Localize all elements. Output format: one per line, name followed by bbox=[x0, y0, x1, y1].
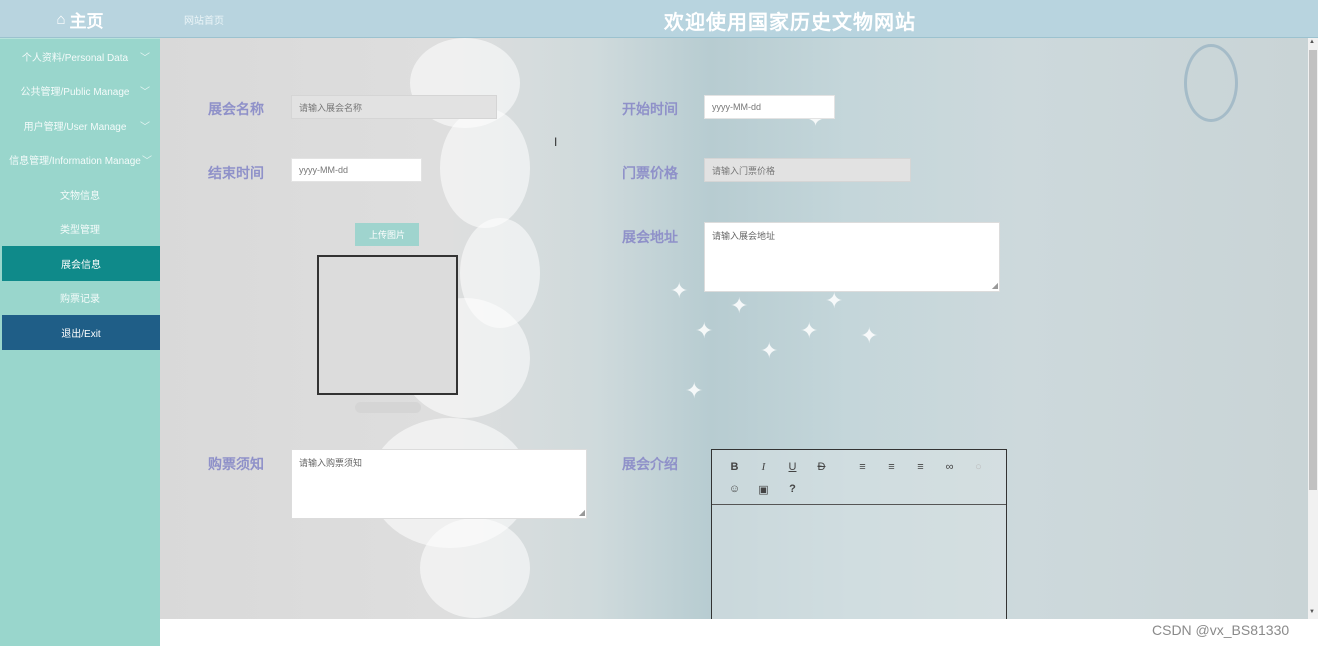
ticket-notice-label: 购票须知 bbox=[208, 456, 264, 472]
ticket-price-label: 门票价格 bbox=[622, 165, 678, 181]
sidebar-item-label: 用户管理/User Manage bbox=[23, 121, 127, 133]
bold-icon[interactable]: B bbox=[720, 461, 749, 473]
sidebar-item-ticket-records[interactable]: 购票记录 bbox=[0, 281, 160, 316]
exhibition-name-input[interactable]: 请输入展会名称 bbox=[291, 95, 497, 119]
upload-image-button[interactable]: 上传图片 bbox=[355, 223, 419, 246]
help-icon[interactable]: ? bbox=[778, 483, 807, 495]
sidebar-item-type-manage[interactable]: 类型管理 bbox=[0, 212, 160, 247]
main-content: ✦ ✦ ✦ ✦ ✦ ✦ ✦ ✦ ✦ 展会名称 请输入展会名称 I 开始时间 yy… bbox=[160, 38, 1308, 619]
italic-icon[interactable]: I bbox=[749, 461, 778, 473]
home-label: 主页 bbox=[69, 11, 104, 31]
exhibition-intro-label: 展会介绍 bbox=[622, 456, 678, 472]
chevron-down-icon: ﹀ bbox=[140, 121, 150, 133]
sidebar-item-label: 公共管理/Public Manage bbox=[20, 87, 130, 99]
strikethrough-icon[interactable]: Đ bbox=[807, 461, 836, 473]
exhibition-address-label: 展会地址 bbox=[622, 229, 678, 245]
unlink-icon[interactable]: ○ bbox=[964, 461, 993, 473]
ticket-notice-textarea[interactable]: 请输入购票须知 ◢ bbox=[291, 449, 587, 519]
image-icon[interactable]: ▣ bbox=[749, 483, 778, 496]
sparkle-decoration: ✦ bbox=[860, 323, 879, 348]
chevron-down-icon: ﹀ bbox=[142, 156, 152, 168]
sidebar-item-label: 文物信息 bbox=[60, 190, 100, 202]
resize-grip-icon[interactable]: ◢ bbox=[579, 508, 585, 517]
scroll-down-arrow-icon[interactable]: ▼ bbox=[1309, 609, 1315, 615]
background-paint bbox=[420, 518, 530, 618]
chevron-down-icon: ﹀ bbox=[140, 87, 150, 99]
sidebar-item-label: 展会信息 bbox=[61, 259, 101, 271]
text-cursor-icon: I bbox=[554, 135, 558, 149]
rich-text-editor[interactable]: B I U Đ ≡ ≡ ≡ ∞ ○ ☺ ▣ ? bbox=[711, 449, 1007, 619]
sidebar-item-label: 类型管理 bbox=[60, 225, 100, 237]
start-time-input[interactable]: yyyy-MM-dd bbox=[704, 95, 835, 119]
background-paint bbox=[440, 108, 530, 228]
address-placeholder: 请输入展会地址 bbox=[712, 231, 776, 241]
exhibition-address-textarea[interactable]: 请输入展会地址 ◢ bbox=[704, 222, 1000, 292]
ticket-price-input[interactable]: 请输入门票价格 bbox=[704, 158, 911, 182]
sidebar-item-public-manage[interactable]: 公共管理/Public Manage ﹀ bbox=[0, 74, 160, 109]
exhibition-name-label: 展会名称 bbox=[208, 101, 264, 117]
chevron-down-icon: ﹀ bbox=[140, 52, 150, 64]
sidebar-item-relic-info[interactable]: 文物信息 bbox=[0, 177, 160, 212]
breadcrumb[interactable]: 网站首页 bbox=[184, 12, 224, 27]
sparkle-decoration: ✦ bbox=[730, 293, 749, 318]
editor-toolbar: B I U Đ ≡ ≡ ≡ ∞ ○ ☺ ▣ ? bbox=[712, 450, 1006, 505]
bottom-strip bbox=[160, 619, 1318, 646]
sidebar-item-exhibition-info[interactable]: 展会信息 bbox=[2, 246, 160, 281]
scroll-up-arrow-icon[interactable]: ▲ bbox=[1309, 39, 1315, 45]
sparkle-decoration: ✦ bbox=[685, 378, 704, 403]
sidebar-item-label: 信息管理/Information Manage bbox=[9, 156, 141, 168]
decorative-stamp bbox=[1184, 44, 1238, 122]
page-scrollbar[interactable]: ▲ ▼ bbox=[1308, 38, 1318, 619]
scroll-thumb[interactable] bbox=[1309, 50, 1317, 490]
sparkle-decoration: ✦ bbox=[800, 318, 819, 343]
align-right-icon[interactable]: ≡ bbox=[906, 461, 935, 473]
end-time-label: 结束时间 bbox=[208, 165, 264, 181]
top-bar: ⌂ 主页 网站首页 欢迎使用国家历史文物网站 bbox=[0, 0, 1318, 38]
link-icon[interactable]: ∞ bbox=[935, 461, 964, 473]
align-center-icon[interactable]: ≡ bbox=[877, 461, 906, 473]
sidebar-item-label: 个人资料/Personal Data bbox=[21, 52, 129, 64]
start-time-label: 开始时间 bbox=[622, 101, 678, 117]
home-icon: ⌂ bbox=[56, 10, 66, 28]
align-left-icon[interactable]: ≡ bbox=[848, 461, 877, 473]
sidebar: 个人资料/Personal Data ﹀ 公共管理/Public Manage … bbox=[0, 38, 160, 646]
end-time-input[interactable]: yyyy-MM-dd bbox=[291, 158, 422, 182]
sidebar-item-label: 购票记录 bbox=[60, 294, 100, 306]
sidebar-item-label: 退出/Exit bbox=[61, 328, 101, 340]
watermark: CSDN @vx_BS81330 bbox=[1152, 622, 1290, 638]
emoji-icon[interactable]: ☺ bbox=[720, 483, 749, 495]
home-button[interactable]: ⌂ 主页 bbox=[0, 0, 160, 38]
image-preview bbox=[317, 255, 458, 395]
sidebar-item-personal-data[interactable]: 个人资料/Personal Data ﹀ bbox=[0, 39, 160, 74]
sparkle-decoration: ✦ bbox=[670, 278, 689, 303]
sidebar-item-user-manage[interactable]: 用户管理/User Manage ﹀ bbox=[0, 108, 160, 143]
sidebar-item-information-manage[interactable]: 信息管理/Information Manage ﹀ bbox=[0, 143, 160, 178]
sparkle-decoration: ✦ bbox=[760, 338, 779, 363]
underline-icon[interactable]: U bbox=[778, 461, 807, 473]
resize-grip-icon[interactable]: ◢ bbox=[992, 281, 998, 290]
sparkle-decoration: ✦ bbox=[695, 318, 714, 343]
site-title: 欢迎使用国家历史文物网站 bbox=[664, 12, 916, 34]
sidebar-item-exit[interactable]: 退出/Exit bbox=[2, 315, 160, 350]
notice-placeholder: 请输入购票须知 bbox=[299, 458, 363, 468]
upload-progress-bar bbox=[355, 402, 421, 413]
